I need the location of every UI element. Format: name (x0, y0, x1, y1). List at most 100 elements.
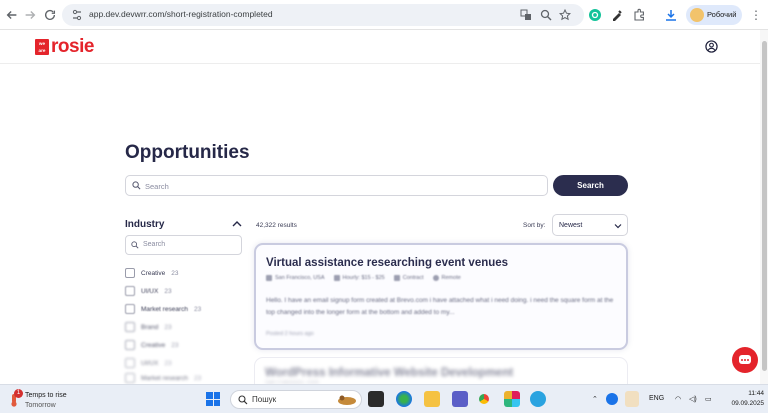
checkbox[interactable] (125, 322, 135, 332)
system-clock[interactable]: 11:44 09.09.2025 (722, 389, 764, 409)
opportunity-title[interactable]: Virtual assistance researching event ven… (266, 257, 508, 269)
filter-option[interactable]: Brand 23 (125, 318, 245, 336)
battery-icon[interactable]: ▭ (705, 395, 712, 403)
filter-option[interactable]: UI/UX 23 (125, 354, 245, 372)
logo-wordmark: rosie (51, 36, 94, 57)
reload-icon[interactable] (42, 7, 58, 23)
checkbox[interactable] (125, 373, 135, 383)
filter-label: Brand (141, 323, 159, 331)
filter-option[interactable]: Creative 23 (125, 264, 245, 282)
bookmark-star-icon[interactable] (559, 9, 571, 21)
extensions-puzzle-icon[interactable] (632, 8, 646, 22)
search-icon (132, 181, 141, 190)
zoom-icon[interactable] (540, 9, 552, 21)
mode-meta: Remote (432, 275, 461, 281)
rate-text: Hourly: $15 - $25 (342, 275, 385, 281)
industry-filter-list: Creative 23 UI/UX 23 Market research 23 Bra… (125, 264, 245, 384)
industry-filter-heading[interactable]: Industry (125, 219, 164, 230)
industry-search-input[interactable]: Search (125, 235, 242, 255)
edge-browser-icon[interactable] (396, 391, 412, 407)
slack-icon[interactable] (504, 391, 520, 407)
filter-label: Market research (141, 305, 188, 313)
opportunity-title[interactable]: WordPress Informative Website Developmen… (265, 367, 513, 379)
chrome-icon[interactable] (476, 391, 492, 407)
location-text: San Francisco, USA (275, 275, 325, 281)
weather-title: Temps to rise (25, 392, 67, 399)
clock-date: 09.09.2025 (731, 400, 764, 407)
logo-are-text: are (38, 48, 46, 53)
checkbox[interactable] (125, 358, 135, 368)
opportunity-card[interactable]: Virtual assistance researching event ven… (254, 243, 628, 350)
chat-icon (739, 355, 751, 364)
filter-count: 23 (171, 269, 179, 277)
wifi-icon[interactable]: ◠ (675, 395, 681, 403)
download-icon[interactable] (664, 8, 678, 22)
site-settings-icon[interactable] (70, 8, 84, 22)
language-indicator[interactable]: ENG (649, 395, 664, 402)
grammarly-extension-icon[interactable] (588, 8, 602, 22)
rosie-logo[interactable]: we are rosie (35, 36, 94, 57)
filter-label: UI/UX (141, 359, 159, 367)
logo-we-text: we (38, 41, 46, 46)
checkbox[interactable] (125, 286, 135, 296)
file-explorer-icon[interactable] (424, 391, 440, 407)
profile-button[interactable]: Робочий (686, 5, 742, 25)
tray-app-icon[interactable] (606, 393, 618, 405)
sort-dropdown[interactable]: Newest (552, 214, 628, 236)
sort-value: Newest (559, 222, 583, 229)
checkbox[interactable] (125, 304, 135, 314)
weather-subtitle: Tomorrow (25, 402, 56, 409)
opportunity-search-input[interactable]: Search (125, 175, 548, 196)
teams-icon[interactable] (452, 391, 468, 407)
filter-count: 23 (193, 374, 202, 382)
checkbox[interactable] (125, 340, 135, 350)
opportunity-description: Hello. I have an email signup form creat… (266, 297, 614, 316)
browser-menu-icon[interactable]: ⋮ (750, 8, 762, 22)
user-account-icon[interactable] (705, 40, 718, 53)
industry-search-placeholder: Search (143, 241, 166, 248)
windows-start-icon[interactable] (206, 392, 220, 406)
eyedropper-extension-icon[interactable] (610, 8, 624, 22)
chat-launcher-button[interactable] (732, 347, 758, 373)
windows-taskbar: 1 Temps to rise Tomorrow Пошук ⌃ ENG ◠ ◁… (0, 384, 768, 413)
taskbar-search-placeholder: Пошук (252, 395, 277, 404)
document-icon (393, 275, 400, 281)
chevron-up-icon[interactable] (232, 220, 242, 228)
weather-badge: 1 (14, 389, 23, 398)
tray-overflow-chevron-icon[interactable]: ⌃ (592, 395, 598, 403)
contract-text: Contract (402, 275, 424, 281)
taskbar-search[interactable]: Пошук (230, 390, 362, 409)
filter-option[interactable]: Creative 23 (125, 336, 245, 354)
sort-label: Sort by: (523, 222, 546, 229)
address-bar[interactable]: app.dev.devwrr.com/short-registration-co… (62, 4, 584, 26)
filter-label: Creative (141, 341, 166, 349)
posted-time: Posted 2 hours ago (266, 331, 314, 337)
filter-count: 23 (164, 359, 172, 367)
opportunity-meta: San Francisco, USA Hourly: $15 - $25 Con… (266, 275, 470, 281)
filter-count: 23 (164, 287, 172, 295)
task-view-icon[interactable] (368, 391, 384, 407)
tray-notification-icon[interactable] (625, 391, 639, 407)
checkbox[interactable] (125, 268, 135, 278)
filter-option[interactable]: Market research 23 (125, 300, 245, 318)
page-title: Opportunities (125, 142, 250, 163)
forward-icon[interactable] (22, 7, 38, 23)
filter-count: 23 (164, 323, 172, 331)
volume-icon[interactable]: ◁) (689, 395, 697, 403)
scrollbar-thumb[interactable] (762, 41, 767, 371)
globe-icon (432, 275, 439, 281)
profile-avatar (690, 8, 704, 22)
search-placeholder: Search (145, 182, 169, 191)
filter-option[interactable]: UI/UX 23 (125, 282, 245, 300)
telegram-icon[interactable] (530, 391, 546, 407)
filter-option[interactable]: Market research 23 (125, 372, 245, 384)
weather-widget[interactable]: 1 Temps to rise Tomorrow (4, 389, 94, 411)
search-button[interactable]: Search (553, 175, 628, 196)
translate-icon[interactable] (520, 9, 532, 21)
back-icon[interactable] (4, 7, 20, 23)
chevron-down-icon (614, 224, 622, 229)
search-highlight-icon (338, 395, 356, 405)
url-text[interactable]: app.dev.devwrr.com/short-registration-co… (89, 9, 273, 19)
profile-name: Робочий (707, 10, 737, 19)
filter-count: 23 (171, 341, 179, 349)
